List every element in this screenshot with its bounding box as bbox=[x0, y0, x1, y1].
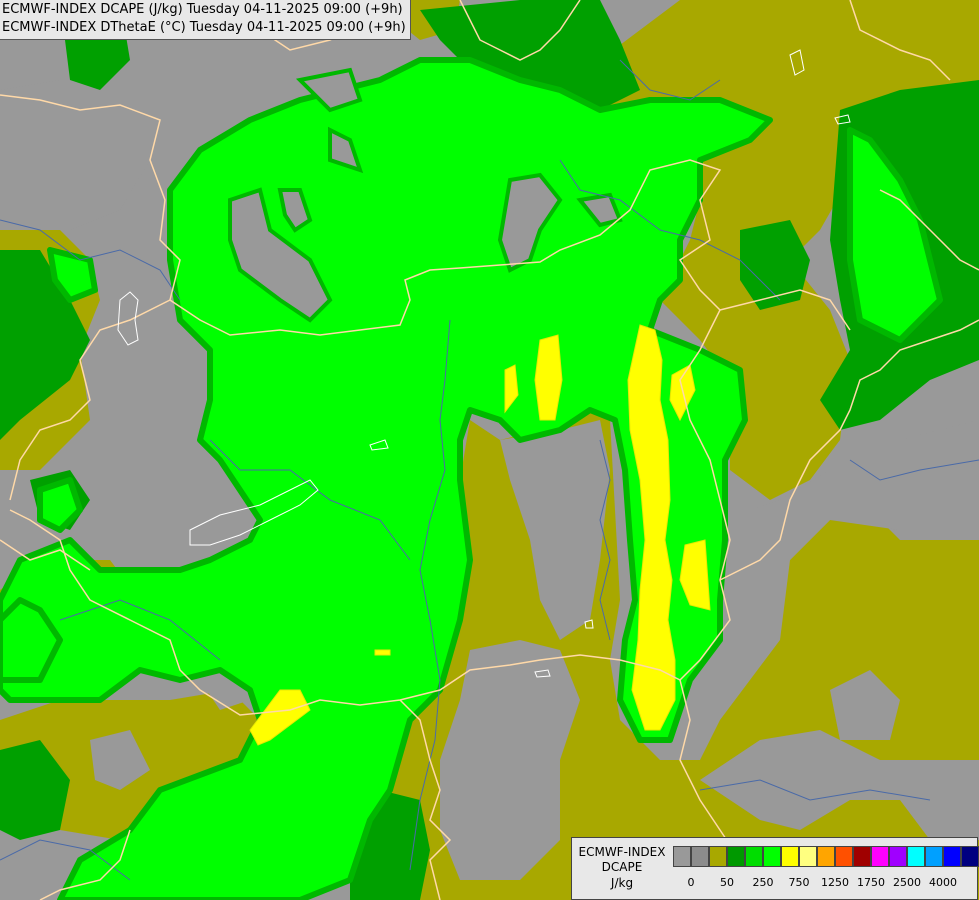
legend-title-line1: ECMWF-INDEX bbox=[578, 845, 666, 859]
legend-tick-label: 2500 bbox=[893, 876, 921, 889]
legend-box: ECMWF-INDEX DCAPE J/kg 0 50 250 750 1250 1750… bbox=[571, 837, 979, 900]
legend-swatch bbox=[673, 846, 691, 867]
legend-swatch bbox=[799, 846, 817, 867]
weather-map bbox=[0, 0, 979, 900]
legend-tick-label: 1750 bbox=[857, 876, 885, 889]
legend-swatch bbox=[871, 846, 889, 867]
legend-tick-label: 4000 bbox=[929, 876, 957, 889]
legend-swatch bbox=[907, 846, 925, 867]
legend-swatch bbox=[961, 846, 979, 867]
legend-unit: J/kg bbox=[610, 876, 634, 890]
legend-swatch bbox=[817, 846, 835, 867]
legend-swatch bbox=[709, 846, 727, 867]
title-dthetae: ECMWF-INDEX DThetaE (°C) Tuesday 04-11-2… bbox=[2, 20, 406, 35]
legend-swatch bbox=[745, 846, 763, 867]
legend-swatch bbox=[853, 846, 871, 867]
legend-swatch bbox=[781, 846, 799, 867]
legend-swatch bbox=[925, 846, 943, 867]
legend-tick-label: 50 bbox=[720, 876, 734, 889]
legend-tick-label: 750 bbox=[788, 876, 810, 889]
legend-tick-label: 0 bbox=[687, 876, 695, 889]
legend-swatch bbox=[943, 846, 961, 867]
legend-swatch bbox=[691, 846, 709, 867]
legend-tick-label: 1250 bbox=[821, 876, 849, 889]
legend-tick-label: 250 bbox=[752, 876, 774, 889]
legend-title-line2: DCAPE bbox=[601, 860, 643, 874]
legend-swatch bbox=[889, 846, 907, 867]
legend-swatch bbox=[763, 846, 781, 867]
legend-swatch bbox=[835, 846, 853, 867]
legend-swatch bbox=[727, 846, 745, 867]
map-title-box: ECMWF-INDEX DCAPE (J/kg) Tuesday 04-11-2… bbox=[0, 0, 411, 40]
title-dcape: ECMWF-INDEX DCAPE (J/kg) Tuesday 04-11-2… bbox=[2, 2, 403, 17]
